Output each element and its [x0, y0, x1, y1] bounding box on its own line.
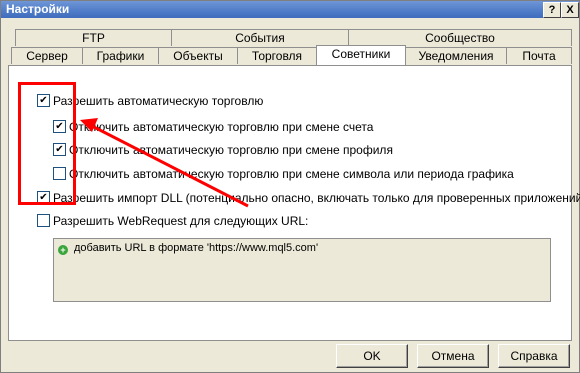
annotation-arrow: [80, 118, 249, 208]
